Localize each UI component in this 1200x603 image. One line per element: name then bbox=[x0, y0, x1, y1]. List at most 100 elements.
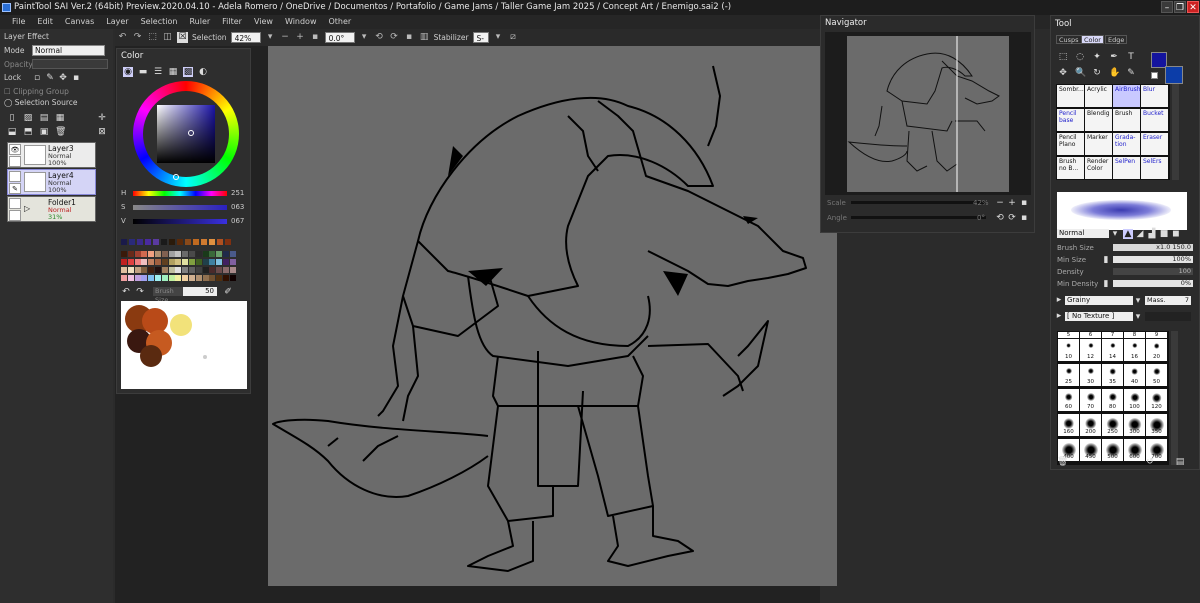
color-swatch[interactable] bbox=[189, 259, 195, 265]
color-swatch[interactable] bbox=[121, 267, 127, 273]
nav-scale-slider[interactable] bbox=[851, 201, 986, 204]
color-swatch[interactable] bbox=[153, 239, 159, 245]
layer-settings-icon[interactable]: ✛ bbox=[97, 113, 107, 123]
layer-row-layer4[interactable]: ✎ Layer4 Normal 100% bbox=[7, 169, 96, 195]
rgb-slider-mode-icon[interactable]: ▬ bbox=[138, 67, 148, 77]
swatch-palette[interactable] bbox=[121, 239, 237, 289]
color-swatch[interactable] bbox=[195, 259, 202, 265]
brush-size-cell[interactable]: 200 bbox=[1080, 414, 1101, 436]
color-swatch[interactable] bbox=[155, 259, 161, 265]
magic-wand-icon[interactable]: ✦ bbox=[1092, 52, 1102, 62]
angle-field[interactable]: 0.0° bbox=[324, 32, 355, 43]
clipping-group-checkbox[interactable]: ☐ Clipping Group bbox=[4, 87, 69, 96]
layer-effect-label[interactable]: Layer Effect bbox=[4, 32, 49, 41]
tool-button[interactable]: Blur bbox=[1141, 85, 1168, 107]
layer-select-box[interactable] bbox=[9, 210, 21, 221]
lasso-icon[interactable]: ◌ bbox=[1075, 52, 1085, 62]
color-swatch[interactable] bbox=[189, 267, 195, 273]
scratch-undo-icon[interactable]: ↶ bbox=[121, 287, 131, 297]
color-swatch[interactable] bbox=[161, 275, 168, 281]
brush-size-cell[interactable]: 600 bbox=[1124, 439, 1145, 461]
brush-size-cell[interactable]: 60 bbox=[1058, 389, 1079, 411]
folder-expand-icon[interactable]: ▷ bbox=[24, 199, 46, 219]
color-swatch[interactable] bbox=[137, 239, 143, 245]
color-swatch[interactable] bbox=[216, 251, 223, 257]
brush-size-cell[interactable]: 350 bbox=[1146, 414, 1167, 436]
brush-size-cell[interactable]: 70 bbox=[1080, 389, 1101, 411]
color-swatch[interactable] bbox=[155, 267, 161, 273]
brush-size-cell[interactable]: 50 bbox=[1146, 364, 1167, 386]
zoom-tool-icon[interactable]: 🔍 bbox=[1075, 68, 1086, 78]
layer-select-box[interactable] bbox=[9, 156, 21, 167]
tool-button[interactable]: Render Color bbox=[1085, 157, 1112, 179]
opacity-slider[interactable] bbox=[32, 59, 108, 69]
redo-icon[interactable]: ↷ bbox=[132, 32, 143, 43]
color-swatch[interactable] bbox=[229, 259, 236, 265]
lock-move-icon[interactable]: ✥ bbox=[58, 73, 68, 83]
layer-menu-icon[interactable]: ⊠ bbox=[97, 127, 107, 137]
paper-texture-select[interactable]: Grainy bbox=[1065, 296, 1133, 305]
scratch-redo-icon[interactable]: ↷ bbox=[135, 287, 145, 297]
brush-shape-solid-icon[interactable]: ◼ bbox=[1171, 229, 1181, 239]
drawing-canvas[interactable] bbox=[268, 46, 837, 586]
zoom-dropdown-icon[interactable]: ▾ bbox=[265, 32, 276, 43]
brush-size-cell[interactable]: 12 bbox=[1080, 339, 1101, 361]
brush-size-cell[interactable]: 120 bbox=[1146, 389, 1167, 411]
color-swatch[interactable] bbox=[223, 251, 229, 257]
lock-all-icon[interactable]: ▪ bbox=[71, 73, 81, 83]
color-swatch[interactable] bbox=[148, 251, 155, 257]
zoom-reset-icon[interactable]: ▪ bbox=[310, 32, 321, 43]
layer-row-folder1[interactable]: ▷ Folder1 Normal 31% bbox=[7, 196, 96, 222]
color-swatch[interactable] bbox=[155, 275, 161, 281]
brush-size-cell[interactable]: 100 bbox=[1124, 389, 1145, 411]
scratchpad-mode-icon[interactable]: ◐ bbox=[198, 67, 208, 77]
brush-size-header[interactable]: 8 bbox=[1124, 332, 1145, 338]
lock-transparency-icon[interactable]: ▫ bbox=[32, 73, 42, 83]
tool-button[interactable]: Brush no B... bbox=[1057, 157, 1084, 179]
hue-cursor[interactable] bbox=[173, 174, 179, 180]
paper-dropdown-icon[interactable]: ▾ bbox=[1133, 296, 1143, 306]
color-swatch[interactable] bbox=[141, 267, 148, 273]
menu-selection[interactable]: Selection bbox=[135, 15, 184, 29]
color-swatch[interactable] bbox=[216, 259, 223, 265]
color-swatch[interactable] bbox=[223, 259, 229, 265]
brush-size-cell[interactable]: 25 bbox=[1058, 364, 1079, 386]
selection-checkbox[interactable]: ☒ bbox=[177, 32, 188, 43]
brush-size-field[interactable]: x1.0 150.0 bbox=[1113, 244, 1193, 251]
min-size-toggle-icon[interactable]: ▮ bbox=[1101, 255, 1111, 265]
hand-tool-icon[interactable]: ✋ bbox=[1109, 68, 1120, 78]
invert-selection-icon[interactable]: ◫ bbox=[162, 32, 173, 43]
menu-other[interactable]: Other bbox=[323, 15, 358, 29]
stabilizer-dropdown-icon[interactable]: ▾ bbox=[493, 32, 504, 43]
brush-size-header[interactable]: 6 bbox=[1080, 332, 1101, 338]
color-swatch[interactable] bbox=[217, 239, 223, 245]
close-button[interactable]: ✕ bbox=[1187, 1, 1199, 13]
color-swatch[interactable] bbox=[177, 239, 183, 245]
texture-expand-icon[interactable]: ▸ bbox=[1054, 311, 1064, 321]
eyedropper-icon[interactable]: ✒ bbox=[1109, 52, 1119, 62]
lock-paint-icon[interactable]: ✎ bbox=[45, 73, 55, 83]
paint-brush-icon[interactable]: ✎ bbox=[9, 183, 21, 194]
color-swatch[interactable] bbox=[148, 267, 155, 273]
color-swatch[interactable] bbox=[195, 275, 202, 281]
rotate-tool-icon[interactable]: ↻ bbox=[1092, 68, 1102, 78]
color-swatch[interactable] bbox=[209, 275, 216, 281]
zoom-out-icon[interactable]: − bbox=[280, 32, 291, 43]
picker-tool-icon[interactable]: ✎ bbox=[1126, 68, 1136, 78]
color-swatch[interactable] bbox=[141, 259, 148, 265]
saturation-slider[interactable] bbox=[133, 205, 227, 210]
color-swatch[interactable] bbox=[127, 251, 134, 257]
brush-shape-flat-icon[interactable]: ▟ bbox=[1147, 229, 1157, 239]
hue-slider[interactable] bbox=[133, 191, 227, 196]
saturation-value-square[interactable] bbox=[157, 105, 215, 163]
tool-settings-icon[interactable]: ▤ bbox=[1175, 457, 1185, 467]
tool-button[interactable]: AirBrush bbox=[1113, 85, 1140, 107]
color-swatch[interactable] bbox=[168, 259, 175, 265]
delete-layer-icon[interactable]: 🗑 bbox=[55, 127, 66, 137]
visibility-eye-icon[interactable] bbox=[9, 171, 21, 182]
deselect-icon[interactable]: ⬚ bbox=[147, 32, 158, 43]
color-swatch[interactable] bbox=[168, 251, 175, 257]
menu-window[interactable]: Window bbox=[279, 15, 323, 29]
color-swatch[interactable] bbox=[161, 251, 168, 257]
nav-rotate-left-icon[interactable]: ⟲ bbox=[995, 213, 1005, 223]
